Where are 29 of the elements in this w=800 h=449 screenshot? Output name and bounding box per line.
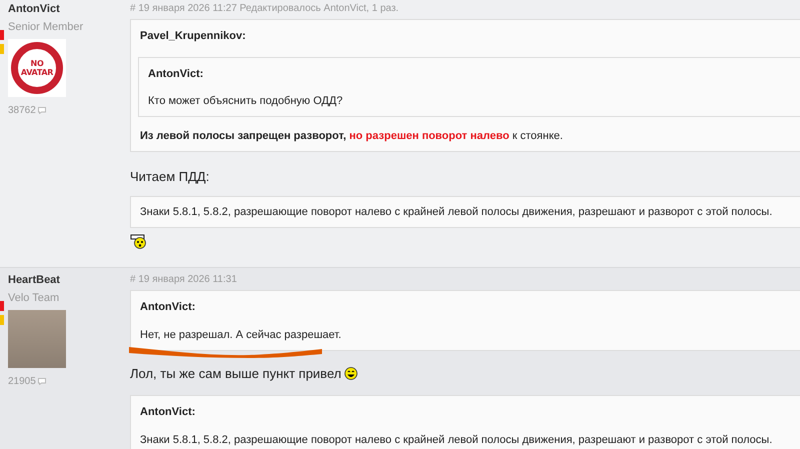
quote-author: AntonVict: [140,300,196,315]
post-meta: # 19 января 2026 11:27 Редактировалось AntonVict, 1 раз. [130,2,400,16]
username: HeartBeat [8,273,61,288]
quote-text: Знаки 5.8.1, 5.8.2, разрешающие поворот налево с крайней левой полосы движения, разрешают и разворот с этой полосы. [140,204,774,218]
photo-placeholder [8,310,66,368]
quote-text: Знаки 5.8.1, 5.8.2, разрешающие поворот налево с крайней левой полосы движения, разрешают и разворот с этой полосы. [140,432,774,446]
post-count: 38762 [8,104,36,118]
comment-icon [38,378,46,385]
rating-marker [0,44,4,54]
rating-marker [0,30,4,40]
username: AntonVict [8,2,61,17]
user-rank: Velo Team [8,290,60,306]
post-text: Читаем ПДД: [130,168,210,186]
editor-link[interactable]: AntonVict [324,3,366,14]
user-rank: Senior Member [8,20,84,34]
quote-author: AntonVict: [140,405,196,420]
post-count: 21905 [8,375,36,389]
rating-marker [0,315,4,325]
quote-text: Кто может объяснить подобную ОДД? [148,94,344,108]
quote-author: Pavel_Krupennikov: [140,29,247,44]
comment-icon [38,107,46,114]
smiley-icon [130,234,148,250]
quote-text: Из левой полосы запрещен разворот, но разрешен поворот налево к стоянке. [140,129,564,143]
quote-text: Нет, не разрешал. А сейчас разрешает. [140,328,342,342]
quote-author: AntonVict: [148,66,204,82]
rating-marker [0,301,4,311]
post-text: Лол, ты же сам выше пункт привел [130,364,342,383]
post-meta: # 19 января 2026 11:31 [130,273,238,287]
no-avatar-badge: NO AVATAR [11,42,63,94]
